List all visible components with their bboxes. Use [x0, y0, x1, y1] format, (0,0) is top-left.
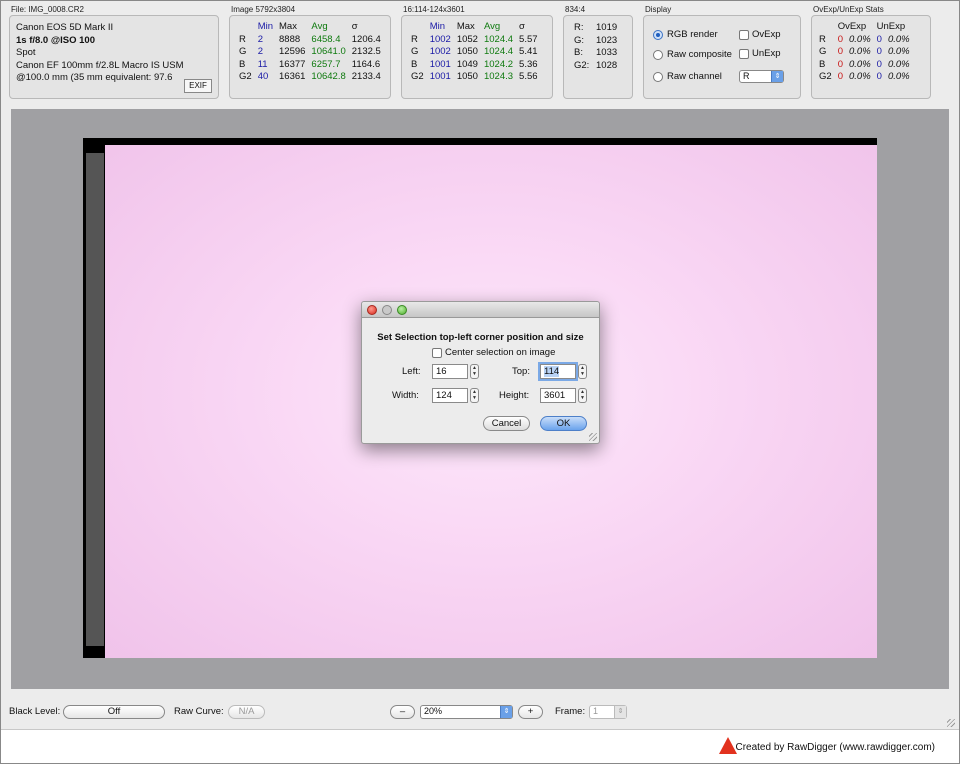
- height-stepper[interactable]: ▲ ▼: [578, 388, 587, 403]
- display-panel: Display RGB render Raw composite Raw cha…: [643, 5, 801, 99]
- selection-stats-table: Min Max Avg σ R 1002 1052 1024.4 5.57 G …: [408, 21, 541, 84]
- dialog-titlebar[interactable]: [362, 302, 599, 318]
- metering-mode: Spot: [16, 47, 36, 58]
- close-icon[interactable]: [367, 305, 377, 315]
- raw-composite-radio[interactable]: [653, 50, 663, 60]
- raw-channel-radio[interactable]: [653, 72, 663, 82]
- width-label: Width:: [392, 390, 419, 401]
- exposure-info: 1s f/8.0 @ISO 100: [16, 34, 95, 46]
- focal-length-info: @100.0 mm (35 mm equivalent: 97.6: [16, 72, 173, 83]
- frame-value: 1: [593, 706, 599, 716]
- table-row: G2 40 16361 10642.8 2133.4: [239, 71, 381, 82]
- table-row: G2 0 0.0% 0 0.0%: [819, 71, 910, 82]
- updown-arrows-icon: ⇕: [614, 706, 626, 718]
- footer: Created by RawDigger (www.rawdigger.com): [1, 729, 959, 763]
- raw-curve-button[interactable]: N/A: [228, 705, 265, 719]
- top-input[interactable]: 114: [540, 364, 576, 379]
- ovexp-stats-table: OvExp UnExp R 0 0.0% 0 0.0% G 0 0.0% 0 0…: [816, 21, 913, 84]
- ovexp-checkbox[interactable]: [739, 30, 749, 40]
- app-window: File: IMG_0008.CR2 Canon EOS 5D Mark II …: [0, 0, 960, 764]
- masked-pixel-strip: [86, 153, 104, 646]
- rgb-render-label[interactable]: RGB render: [667, 29, 718, 40]
- col-header-sigma: σ: [351, 21, 358, 32]
- raw-channel-label[interactable]: Raw channel: [667, 71, 722, 82]
- set-selection-dialog: Set Selection top-left corner position a…: [361, 301, 600, 444]
- selection-stats-panel: 16:114-124x3601 Min Max Avg σ R 1002 105…: [401, 5, 553, 99]
- dialog-title: Set Selection top-left corner position a…: [377, 332, 584, 343]
- table-row: R 1002 1052 1024.4 5.57: [411, 33, 538, 45]
- bottom-toolbar: Black Level: Off Raw Curve: N/A – 20% ⇕ …: [1, 699, 959, 727]
- window-resize-grip-icon[interactable]: [947, 719, 955, 727]
- list-item: G: 1023: [574, 34, 618, 46]
- height-input[interactable]: 3601: [540, 388, 576, 403]
- col-header-max: Max: [279, 21, 297, 32]
- display-panel-title: Display: [645, 5, 672, 14]
- pixel-panel-title: 834:4: [565, 5, 586, 14]
- camera-model: Canon EOS 5D Mark II: [16, 22, 114, 33]
- channel-select[interactable]: R ⇕: [739, 70, 784, 83]
- zoom-value: 20%: [424, 706, 443, 716]
- cancel-button[interactable]: Cancel: [483, 416, 530, 431]
- rawdigger-logo-icon: [719, 737, 737, 754]
- zoom-out-button[interactable]: –: [390, 705, 415, 719]
- width-input[interactable]: 124: [432, 388, 468, 403]
- list-item: R: 1019: [574, 22, 618, 33]
- height-label: Height:: [499, 390, 530, 401]
- raw-composite-label[interactable]: Raw composite: [667, 49, 732, 60]
- minimize-icon[interactable]: [382, 305, 392, 315]
- black-level-button[interactable]: Off: [63, 705, 165, 719]
- table-row: B 1001 1049 1024.2 5.36: [411, 58, 538, 70]
- ovexp-stats-panel: OvExp/UnExp Stats OvExp UnExp R 0 0.0% 0…: [811, 5, 931, 99]
- left-input[interactable]: 16: [432, 364, 468, 379]
- width-stepper[interactable]: ▲ ▼: [470, 388, 479, 403]
- image-stats-panel: Image 5792x3804 Min Max Avg σ R 2 8888 6…: [229, 5, 391, 99]
- zoom-select[interactable]: 20% ⇕: [420, 705, 513, 719]
- table-row: B 11 16377 6257.7 1164.6: [239, 58, 381, 70]
- raw-curve-label: Raw Curve:: [174, 706, 224, 717]
- list-item: G2: 1028: [574, 59, 618, 71]
- resize-grip-icon[interactable]: [589, 433, 597, 441]
- center-selection-label[interactable]: Center selection on image: [445, 347, 555, 358]
- frame-select[interactable]: 1 ⇕: [589, 705, 627, 719]
- col-header-avg: Avg: [311, 21, 328, 32]
- ovexp-panel-title: OvExp/UnExp Stats: [813, 5, 884, 14]
- footer-credit: Created by RawDigger (www.rawdigger.com): [735, 742, 935, 753]
- selection-panel-title: 16:114-124x3601: [403, 5, 465, 14]
- list-item: B: 1033: [574, 47, 618, 58]
- black-level-label: Black Level:: [9, 706, 61, 717]
- zoom-icon[interactable]: [397, 305, 407, 315]
- exif-button[interactable]: EXIF: [184, 79, 212, 93]
- channel-select-value: R: [743, 71, 750, 81]
- zoom-in-button[interactable]: +: [518, 705, 543, 719]
- updown-arrows-icon: ⇕: [500, 706, 512, 718]
- top-label: Top:: [512, 366, 530, 377]
- image-stats-table: Min Max Avg σ R 2 8888 6458.4 1206.4 G 2…: [236, 21, 384, 84]
- ovexp-label[interactable]: OvExp: [752, 29, 781, 40]
- table-row: R 0 0.0% 0 0.0%: [819, 33, 910, 45]
- file-panel-title: File: IMG_0008.CR2: [11, 5, 84, 14]
- image-panel-title: Image 5792x3804: [231, 5, 296, 14]
- rgb-render-radio[interactable]: [653, 30, 663, 40]
- top-stepper[interactable]: ▲ ▼: [578, 364, 587, 379]
- frame-label: Frame:: [555, 706, 586, 717]
- table-row: G 1002 1050 1024.4 5.41: [411, 46, 538, 57]
- table-row: G2 1001 1050 1024.3 5.56: [411, 71, 538, 82]
- left-label: Left:: [402, 366, 421, 377]
- table-row: G 2 12596 10641.0 2132.5: [239, 46, 381, 57]
- unexp-checkbox[interactable]: [739, 49, 749, 59]
- center-selection-checkbox[interactable]: [432, 348, 442, 358]
- left-stepper[interactable]: ▲ ▼: [470, 364, 479, 379]
- file-info-panel: File: IMG_0008.CR2 Canon EOS 5D Mark II …: [9, 5, 219, 99]
- col-header-min: Min: [257, 21, 273, 32]
- table-row: B 0 0.0% 0 0.0%: [819, 58, 910, 70]
- table-row: R 2 8888 6458.4 1206.4: [239, 33, 381, 45]
- unexp-label[interactable]: UnExp: [752, 48, 781, 59]
- pixel-value-panel: 834:4 R: 1019 G: 1023 B: 1033 G2: 1028: [563, 5, 633, 99]
- updown-arrows-icon: ⇕: [771, 71, 783, 82]
- lens-info: Canon EF 100mm f/2.8L Macro IS USM: [16, 59, 184, 71]
- ok-button[interactable]: OK: [540, 416, 587, 431]
- table-row: G 0 0.0% 0 0.0%: [819, 46, 910, 57]
